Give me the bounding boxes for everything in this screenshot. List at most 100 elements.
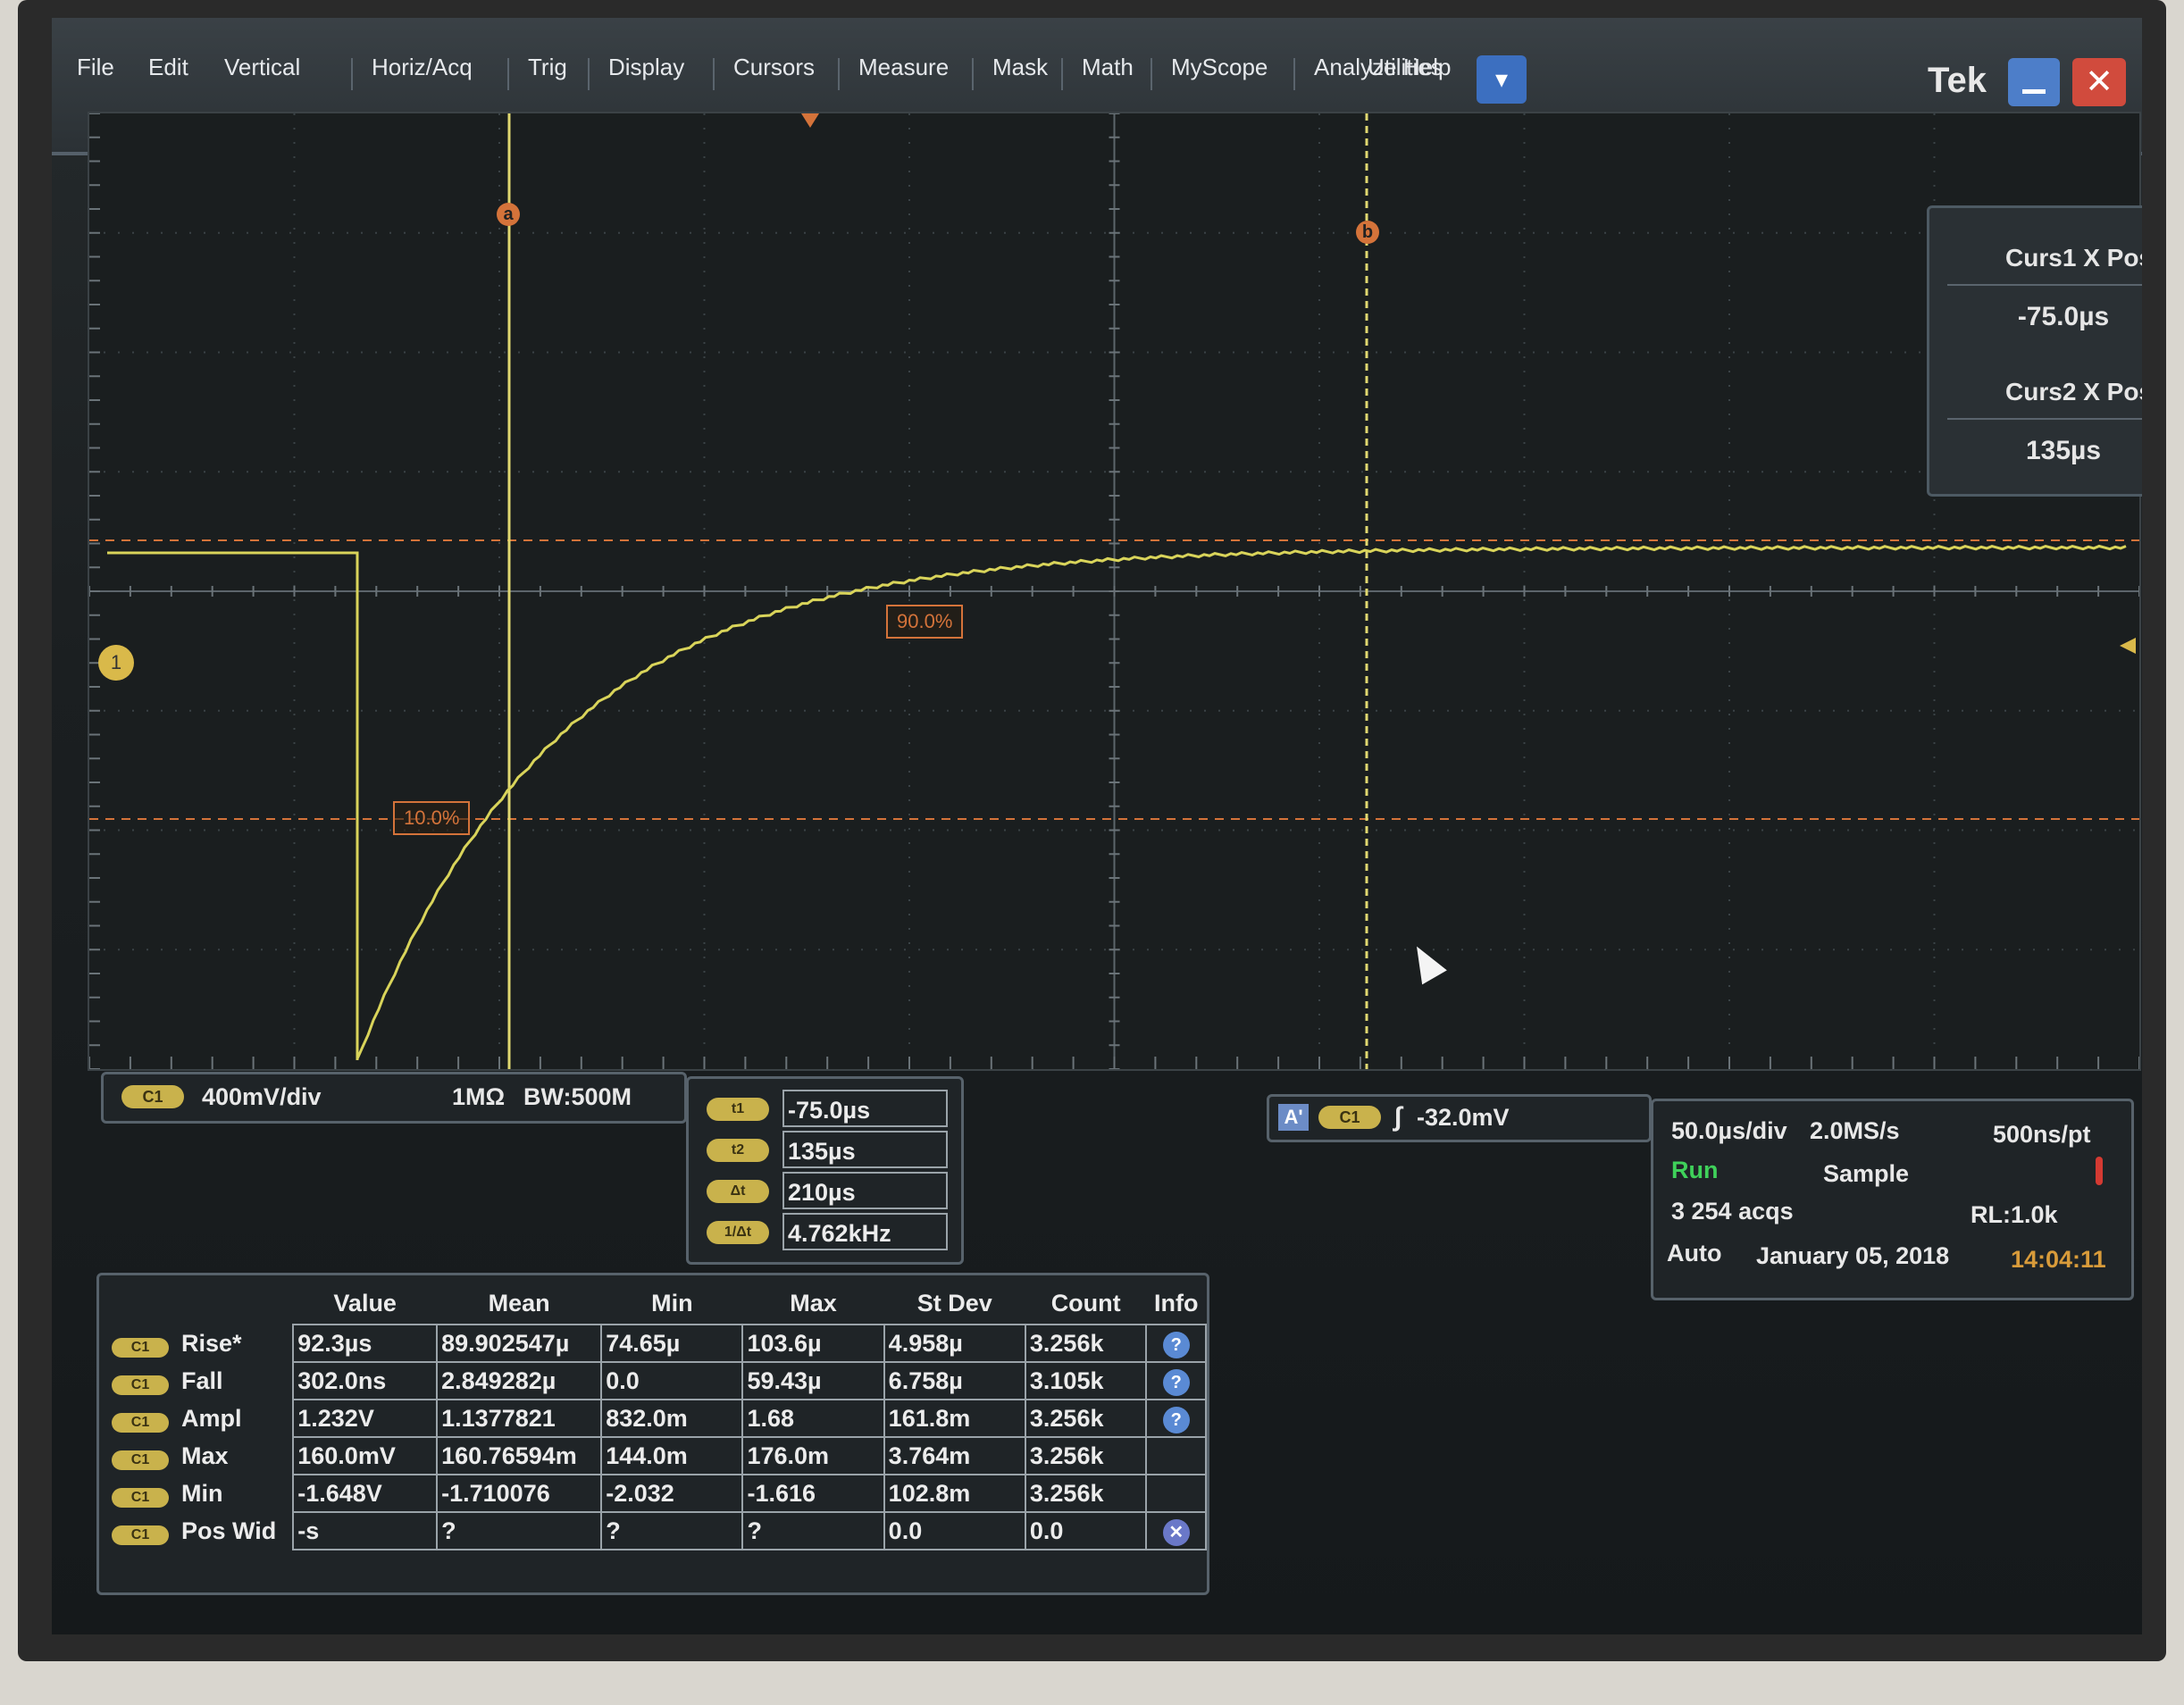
measurement-info-cell: ? (1145, 1361, 1207, 1400)
measurement-channel-pill: C1 (112, 1412, 169, 1433)
acq-mode: Sample (1823, 1160, 1910, 1187)
brand-logo: Tek (1928, 61, 1987, 100)
measurement-info-cell: ? (1145, 1399, 1207, 1438)
measurement-info-cell: ✕ (1145, 1511, 1207, 1550)
measurement-value-cell: -s (292, 1511, 439, 1550)
timebase: 50.0µs/div (1671, 1117, 1787, 1144)
divider (1947, 284, 2142, 286)
menu-help[interactable]: Help (1396, 54, 1458, 81)
measurement-count-cell: 0.0 (1024, 1511, 1148, 1550)
curs1-value: -75.0µs (2017, 302, 2110, 331)
menu-display[interactable]: Display (601, 54, 691, 81)
measurement-row[interactable]: C1 Fall 302.0ns 2.849282µ 0.0 59.43µ 6.758µ 3.1… (108, 1361, 1207, 1400)
measurement-min-cell: 832.0m (600, 1399, 744, 1438)
acquisition-status[interactable]: 50.0µs/div 2.0MS/s 500ns/pt Run Sample 3… (1651, 1099, 2134, 1300)
menu-file[interactable]: File (70, 54, 121, 81)
measurement-info-cell: ? (1145, 1324, 1207, 1363)
cursor-a-handle[interactable]: a (497, 203, 520, 226)
waveform-display[interactable]: 1 a b 10.0% 90.0% Curs1 X Pos a -75.0µs … (88, 112, 2142, 1071)
menu-trig[interactable]: Trig (521, 54, 574, 81)
help-icon[interactable]: ? (1162, 1406, 1190, 1433)
chevron-down-icon: ▾ (1494, 65, 1509, 93)
menu-measure[interactable]: Measure (851, 54, 956, 81)
divider (1947, 418, 2142, 420)
menu-separator (713, 58, 715, 90)
cursor-b-handle[interactable]: b (1356, 221, 1379, 244)
menu-separator (351, 58, 353, 90)
measurement-row[interactable]: C1 Ampl 1.232V 1.1377821 832.0m 1.68 161.8m 3.2… (108, 1399, 1207, 1438)
measurement-stdev-cell: 3.764m (883, 1436, 1026, 1475)
channel-pill: C1 (121, 1085, 184, 1108)
measurement-channel-pill: C1 (112, 1525, 169, 1545)
menu-edit[interactable]: Edit (141, 54, 196, 81)
measurement-min-cell: ? (600, 1511, 744, 1550)
measurement-stdev-cell: 161.8m (883, 1399, 1026, 1438)
measurement-stdev-cell: 6.758µ (883, 1361, 1026, 1400)
close-button[interactable]: ✕ (2072, 58, 2126, 106)
measurement-name: Pos Wid (181, 1517, 277, 1544)
cursor-readout-label: t1 (707, 1098, 769, 1121)
oscilloscope-screen: File Edit Vertical Horiz/Acq Trig Displa… (52, 18, 2142, 1634)
menu-mask[interactable]: Mask (985, 54, 1055, 81)
measurement-mean-cell: 1.1377821 (436, 1399, 603, 1438)
minimize-button[interactable] (2008, 58, 2060, 106)
cursor-readout-row: t2 135µs (698, 1131, 952, 1170)
channel1-settings[interactable]: C1 400mV/div 1MΩ BW:500M (101, 1072, 687, 1124)
measurement-value-cell: 302.0ns (292, 1361, 439, 1400)
measurement-panel[interactable]: Value Mean Min Max St Dev Count Info C1 R… (96, 1273, 1209, 1595)
measurement-min-cell: 74.65µ (600, 1324, 744, 1363)
run-state: Run (1671, 1157, 1719, 1183)
measurement-mean-cell: 160.76594m (436, 1436, 603, 1475)
cursor-readout[interactable]: t1 -75.0µs t2 135µs Δt 210µs 1/Δt 4.762kHz (686, 1076, 964, 1265)
menu-dropdown-button[interactable]: ▾ (1477, 55, 1527, 104)
trigger-level: -32.0mV (1417, 1104, 1510, 1131)
measurement-table: Value Mean Min Max St Dev Count Info C1 R… (108, 1283, 1207, 1550)
measurement-row[interactable]: C1 Pos Wid -s??? 0.0 0.0 ✕ (108, 1511, 1207, 1550)
menu-math[interactable]: Math (1075, 54, 1141, 81)
measurement-header-row: Value Mean Min Max St Dev Count Info (108, 1283, 1206, 1325)
menu-vertical[interactable]: Vertical (217, 54, 307, 81)
cursor-readout-value: 210µs (782, 1172, 948, 1209)
remove-icon[interactable]: ✕ (1162, 1518, 1190, 1546)
thermometer-icon (2096, 1157, 2103, 1185)
measurement-max-cell: -1.616 (741, 1474, 885, 1513)
help-icon[interactable]: ? (1162, 1368, 1190, 1396)
curs2-value: 135µs (2025, 436, 2102, 465)
ref-level-low: 10.0% (393, 801, 471, 835)
menu-cursors[interactable]: Cursors (726, 54, 822, 81)
cursor-readout-row: 1/Δt 4.762kHz (698, 1213, 952, 1252)
menu-separator (1151, 58, 1152, 90)
menu-separator (588, 58, 590, 90)
header-stdev: St Dev (916, 1289, 992, 1316)
menu-horiz-acq[interactable]: Horiz/Acq (364, 54, 480, 81)
trigger-settings[interactable]: A' C1 ∫ -32.0mV (1267, 1094, 1652, 1142)
measurement-channel-pill: C1 (112, 1487, 169, 1508)
measurement-stdev-cell: 102.8m (883, 1474, 1026, 1513)
help-icon[interactable]: ? (1162, 1331, 1190, 1358)
measurement-max-cell: ? (741, 1511, 885, 1550)
menu-myscope[interactable]: MyScope (1164, 54, 1275, 81)
trigger-a-badge: A' (1278, 1104, 1309, 1131)
trigger-mode: Auto (1667, 1240, 1722, 1266)
cursor-readout-label: Δt (707, 1180, 769, 1203)
ref-level-high: 90.0% (886, 605, 964, 639)
cursor-readout-value: -75.0µs (782, 1090, 948, 1127)
measurement-max-cell: 1.68 (741, 1399, 885, 1438)
curs2-title: Curs2 X Pos (2005, 378, 2142, 405)
measurement-mean-cell: ? (436, 1511, 603, 1550)
channel1-ground-marker[interactable]: 1 (98, 645, 134, 681)
header-spacer (108, 1283, 293, 1325)
measurement-count-cell: 3.256k (1024, 1399, 1148, 1438)
curs1-title: Curs1 X Pos (2005, 244, 2142, 272)
measurement-value-cell: 1.232V (292, 1399, 439, 1438)
measurement-channel-pill: C1 (112, 1375, 169, 1395)
cursor-position-panel[interactable]: Curs1 X Pos a -75.0µs Curs2 X Pos b 135µ… (1927, 205, 2142, 497)
measurement-count-cell: 3.256k (1024, 1436, 1148, 1475)
input-impedance: 1MΩ (452, 1083, 506, 1110)
measurement-info-cell (1145, 1436, 1207, 1475)
menu-separator (507, 58, 509, 90)
measurement-row[interactable]: C1 Rise* 92.3µs 89.902547µ 74.65µ 103.6µ 4.958… (108, 1324, 1207, 1363)
measurement-row[interactable]: C1 Max 160.0mV 160.76594m 144.0m 176.0m 3.764m… (108, 1436, 1207, 1475)
measurement-row[interactable]: C1 Min -1.648V -1.710076 -2.032 -1.616 102.8m 3… (108, 1474, 1207, 1513)
acq-time: 14:04:11 (2011, 1246, 2106, 1273)
